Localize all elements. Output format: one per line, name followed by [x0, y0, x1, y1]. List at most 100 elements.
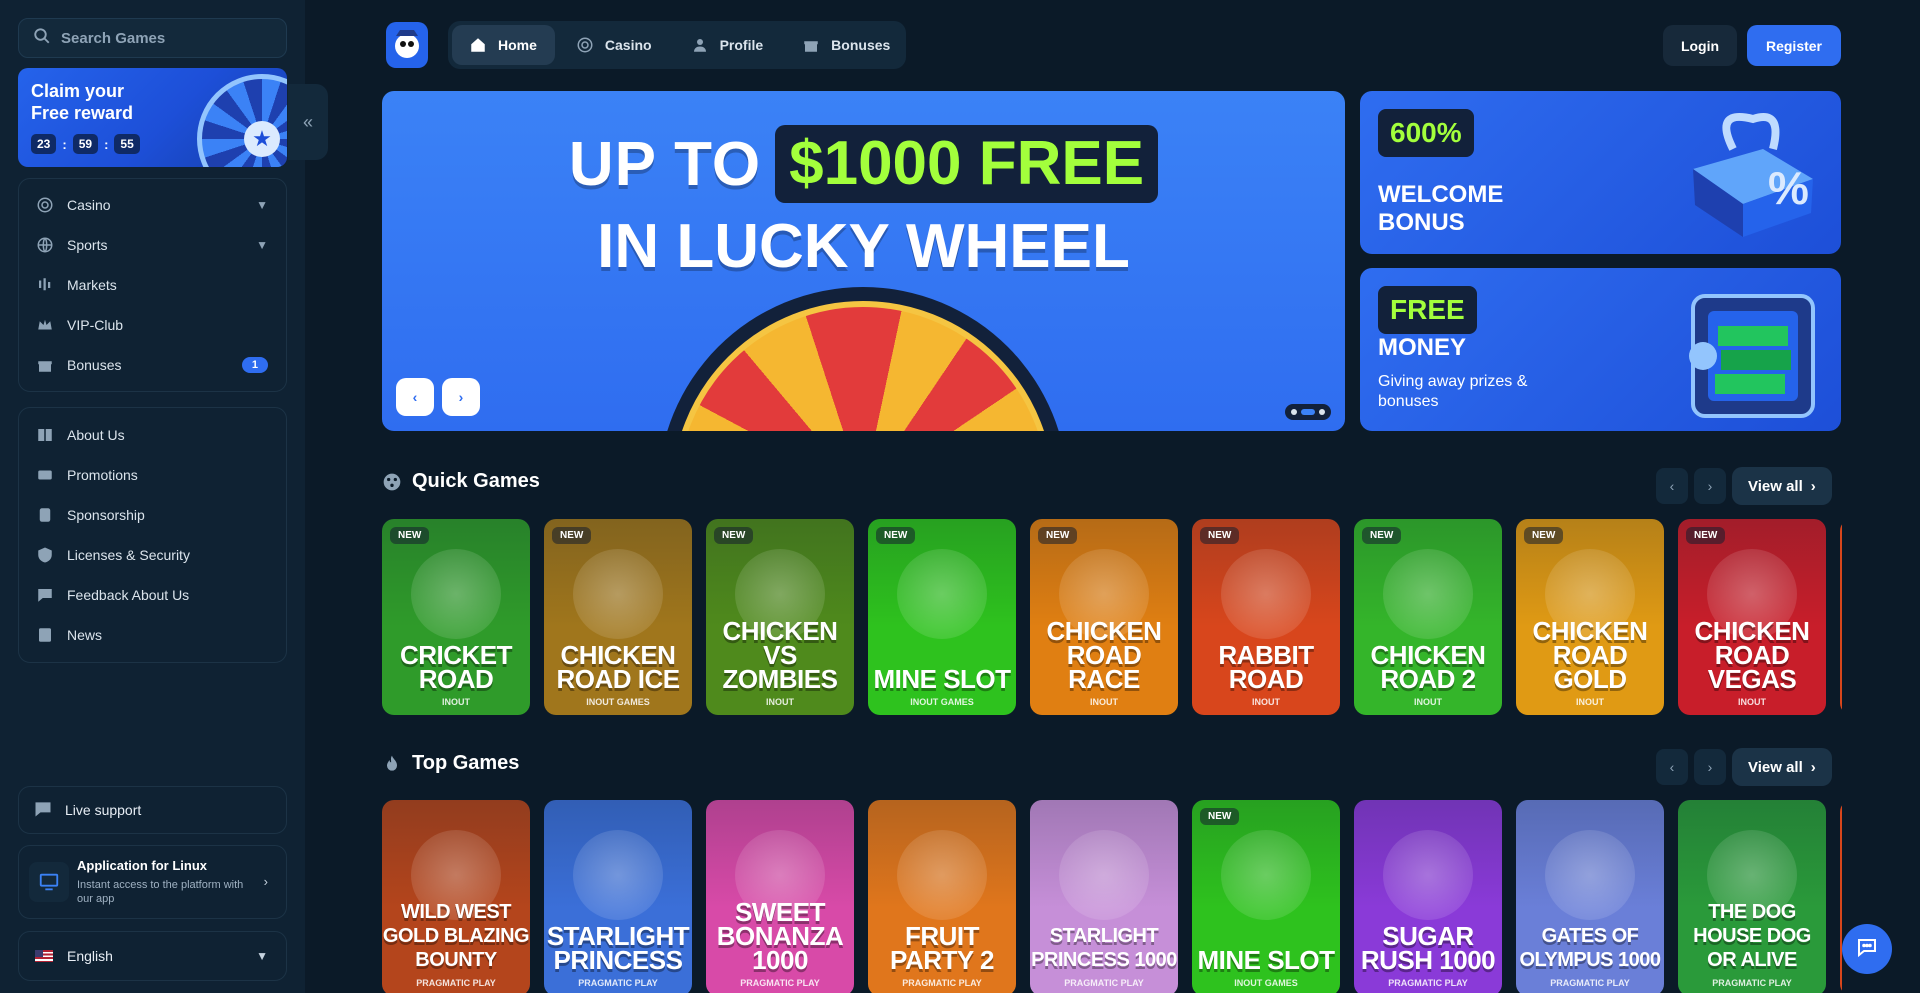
game-card[interactable]: NEW Chicken Road Gold INOUT: [1516, 519, 1664, 715]
game-card-partial[interactable]: [1840, 800, 1842, 993]
main-nav: Casino ▼ Sports ▼ Markets VIP-Club Bonus…: [18, 178, 287, 392]
top-games-view-all-button[interactable]: View all ›: [1732, 748, 1832, 786]
top-games-controls: ‹ › View all ›: [1656, 748, 1832, 786]
game-card[interactable]: Wild West Gold Blazing Bounty PRAGMATIC P…: [382, 800, 530, 993]
carousel-dot-active[interactable]: [1301, 409, 1315, 415]
linux-app-promo[interactable]: Application for Linux Instant access to …: [18, 845, 287, 919]
site-logo[interactable]: [386, 22, 428, 68]
game-card[interactable]: NEW Cricket Road INOUT: [382, 519, 530, 715]
language-label: English: [67, 948, 113, 964]
top-games-row: Wild West Gold Blazing Bounty PRAGMATIC P…: [382, 800, 1842, 993]
chevron-right-icon: ›: [1810, 477, 1816, 495]
quick-games-view-all-button[interactable]: View all ›: [1732, 467, 1832, 505]
game-card[interactable]: Gates of Olympus 1000 PRAGMATIC PLAY: [1516, 800, 1664, 993]
game-title: Fruit Party 2: [890, 921, 994, 975]
game-card[interactable]: Starlight Princess PRAGMATIC PLAY: [544, 800, 692, 993]
sidebar-item-licenses-security[interactable]: Licenses & Security: [19, 535, 286, 575]
game-art: [897, 549, 987, 639]
sidebar-item-label: Bonuses: [67, 357, 122, 373]
game-card[interactable]: Fruit Party 2 PRAGMATIC PLAY: [868, 800, 1016, 993]
chat-widget-button[interactable]: [1842, 924, 1892, 974]
crown-icon: [35, 315, 55, 335]
game-card[interactable]: Starlight Princess 1000 PRAGMATIC PLAY: [1030, 800, 1178, 993]
sidebar-item-vip-club[interactable]: VIP-Club: [19, 305, 286, 345]
quick-games-prev-button[interactable]: ‹: [1656, 468, 1688, 504]
app-title: Application for Linux: [77, 858, 207, 873]
game-title: Starlight Princess 1000: [1031, 925, 1177, 971]
carousel-prev-button[interactable]: ‹: [396, 378, 434, 416]
sidebar-item-markets[interactable]: Markets: [19, 265, 286, 305]
sidebar-item-label: Licenses & Security: [67, 547, 190, 563]
game-card[interactable]: NEW Chicken Road Vegas INOUT: [1678, 519, 1826, 715]
game-card[interactable]: Sweet Bonanza 1000 PRAGMATIC PLAY: [706, 800, 854, 993]
free-reward-banner[interactable]: Claim your Free reward 23 : 59 : 55 ★: [18, 68, 287, 167]
star-icon: ★: [244, 121, 280, 157]
tab-profile[interactable]: Profile: [674, 25, 782, 65]
live-support-button[interactable]: Live support: [18, 786, 287, 834]
game-title: Mine Slot: [873, 664, 1011, 694]
game-card[interactable]: NEW Chicken Road Race INOUT: [1030, 519, 1178, 715]
quick-games-row: NEW Cricket Road INOUT NEW Chicken Road Ice I…: [382, 519, 1842, 715]
welcome-bonus-banner[interactable]: 600% WELCOME BONUS %: [1360, 91, 1841, 254]
top-games-next-button[interactable]: ›: [1694, 749, 1726, 785]
sidebar-item-casino[interactable]: Casino ▼: [19, 185, 286, 225]
carousel-next-button[interactable]: ›: [442, 378, 480, 416]
new-badge: NEW: [1038, 527, 1078, 544]
search-input[interactable]: [61, 29, 281, 47]
quick-games-controls: ‹ › View all ›: [1656, 467, 1832, 505]
gift-box-image: %: [1693, 113, 1813, 237]
sidebar-item-news[interactable]: News: [19, 615, 286, 655]
top-games-prev-button[interactable]: ‹: [1656, 749, 1688, 785]
sidebar-item-promotions[interactable]: Promotions: [19, 455, 286, 495]
new-badge: NEW: [1200, 527, 1240, 544]
game-card[interactable]: NEW Chicken Road 2 INOUT: [1354, 519, 1502, 715]
chevron-right-icon: ›: [1707, 478, 1713, 494]
game-title: Wild West Gold Blazing Bounty: [382, 901, 530, 971]
sidebar-item-bonuses[interactable]: Bonuses 1: [19, 345, 286, 385]
game-art: [1383, 830, 1473, 920]
tab-bonuses[interactable]: Bonuses: [785, 25, 908, 65]
game-card[interactable]: NEW Mine Slot INOUT GAMES: [868, 519, 1016, 715]
fire-icon: [382, 754, 402, 774]
chevron-down-icon[interactable]: ▼: [256, 238, 268, 252]
game-card-partial[interactable]: [1840, 519, 1842, 715]
sidebar-item-label: Markets: [67, 277, 117, 293]
timer-hours: 23: [31, 134, 57, 154]
language-selector[interactable]: English ▼: [18, 931, 287, 981]
game-card[interactable]: NEW Rabbit Road INOUT: [1192, 519, 1340, 715]
home-icon: [468, 35, 488, 55]
sidebar-item-about-us[interactable]: About Us: [19, 415, 286, 455]
collapse-sidebar-button[interactable]: «: [288, 84, 328, 160]
game-provider: INOUT: [1738, 697, 1766, 707]
game-card[interactable]: NEW Chicken vs Zombies INOUT: [706, 519, 854, 715]
user-icon: [690, 35, 710, 55]
carousel-dot[interactable]: [1291, 409, 1297, 415]
tab-home[interactable]: Home: [452, 25, 555, 65]
quick-games-next-button[interactable]: ›: [1694, 468, 1726, 504]
sidebar-item-label: About Us: [67, 427, 125, 443]
free-tag: FREE: [1378, 286, 1477, 334]
monitor-icon: [29, 862, 69, 902]
chevron-down-icon[interactable]: ▼: [256, 198, 268, 212]
top-games-header: Top Games: [382, 752, 519, 775]
game-art: [897, 830, 987, 920]
chevron-left-icon: ‹: [1669, 759, 1675, 775]
search-icon: [33, 27, 51, 50]
game-card[interactable]: NEW Chicken Road Ice INOUT GAMES: [544, 519, 692, 715]
game-card[interactable]: Sugar Rush 1000 PRAGMATIC PLAY: [1354, 800, 1502, 993]
game-provider: INOUT: [766, 697, 794, 707]
sidebar-item-sports[interactable]: Sports ▼: [19, 225, 286, 265]
tab-casino[interactable]: Casino: [559, 25, 670, 65]
live-support-label: Live support: [65, 802, 142, 818]
search-box[interactable]: [18, 18, 287, 58]
hero-carousel[interactable]: UP TO $1000 FREE IN LUCKY WHEEL ‹ ›: [382, 91, 1345, 431]
game-card[interactable]: The Dog House Dog or Alive PRAGMATIC PLAY: [1678, 800, 1826, 993]
sidebar-item-feedback[interactable]: Feedback About Us: [19, 575, 286, 615]
register-button[interactable]: Register: [1747, 25, 1841, 66]
free-money-banner[interactable]: FREE MONEY Giving away prizes & bonuses: [1360, 268, 1841, 431]
sidebar-item-sponsorship[interactable]: Sponsorship: [19, 495, 286, 535]
game-card[interactable]: NEW Mine Slot INOUT GAMES: [1192, 800, 1340, 993]
hero-line-2: IN LUCKY WHEEL: [597, 212, 1130, 281]
login-button[interactable]: Login: [1663, 25, 1737, 66]
carousel-dot[interactable]: [1319, 409, 1325, 415]
